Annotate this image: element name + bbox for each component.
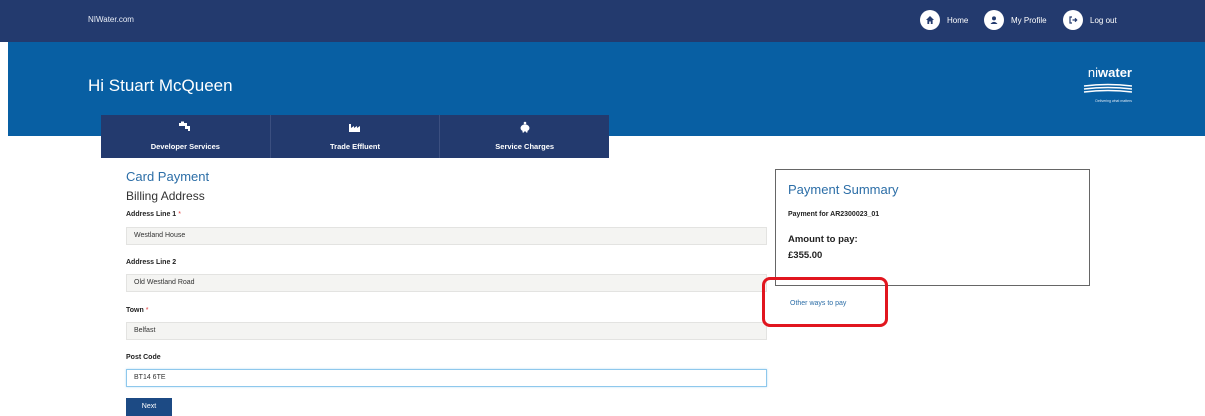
- nav-log-out-label: Log out: [1090, 15, 1117, 25]
- town-input[interactable]: Belfast: [126, 322, 767, 340]
- address-line-1-label: Address Line 1 *: [126, 211, 181, 218]
- tab-developer-services-label: Developer Services: [150, 142, 220, 151]
- form-subtitle: Billing Address: [126, 189, 205, 203]
- post-code-label: Post Code: [126, 354, 161, 361]
- tab-service-charges[interactable]: Service Charges: [439, 115, 609, 158]
- amount-to-pay-label: Amount to pay:: [788, 234, 858, 245]
- nav-home-label: Home: [947, 15, 969, 25]
- tab-developer-services[interactable]: Developer Services: [101, 115, 270, 158]
- piggy-bank-icon: [440, 121, 609, 133]
- logo-wave-icon: [1083, 83, 1133, 93]
- address-line-1-input[interactable]: Westland House: [126, 227, 767, 245]
- required-marker: *: [178, 211, 181, 218]
- form-title: Card Payment: [126, 169, 210, 184]
- home-icon: [920, 10, 940, 30]
- service-tabs: Developer Services Trade Effluent Servic…: [101, 115, 609, 158]
- site-name: NIWater.com: [88, 15, 134, 24]
- niwater-logo[interactable]: niwater Delivering what matters: [1062, 65, 1133, 103]
- logo-tagline: Delivering what matters: [1095, 99, 1132, 103]
- nav-my-profile[interactable]: My Profile: [984, 10, 1047, 30]
- highlight-annotation: [762, 277, 888, 327]
- address-line-2-label: Address Line 2: [126, 259, 177, 266]
- amount-to-pay-value: £355.00: [788, 250, 823, 261]
- payment-summary-title: Payment Summary: [788, 182, 899, 197]
- factory-icon: [271, 121, 440, 133]
- logo-text-water: water: [1098, 65, 1132, 80]
- nav-log-out[interactable]: Log out: [1063, 10, 1117, 30]
- tab-trade-effluent-label: Trade Effluent: [330, 142, 381, 151]
- address-line-2-input[interactable]: Old Westland Road: [126, 274, 767, 292]
- top-bar: NIWater.com Home My Profile Log out: [0, 0, 1205, 42]
- greeting: Hi Stuart McQueen: [88, 76, 233, 95]
- tab-trade-effluent[interactable]: Trade Effluent: [269, 115, 440, 158]
- logo-text-ni: ni: [1087, 65, 1099, 80]
- user-icon: [984, 10, 1004, 30]
- tab-service-charges-label: Service Charges: [495, 142, 555, 151]
- next-button[interactable]: Next: [126, 398, 172, 416]
- nav-home[interactable]: Home: [920, 10, 968, 30]
- post-code-input[interactable]: BT14 6TE: [126, 369, 767, 387]
- nav-my-profile-label: My Profile: [1011, 15, 1047, 25]
- payment-summary-panel: Payment Summary Payment for AR2300023_01…: [775, 169, 1090, 286]
- required-marker: *: [145, 307, 149, 314]
- payment-for-text: Payment for AR2300023_01: [788, 211, 880, 218]
- tap-icon: [101, 121, 270, 133]
- logout-icon: [1063, 10, 1083, 30]
- town-label: Town *: [126, 307, 149, 314]
